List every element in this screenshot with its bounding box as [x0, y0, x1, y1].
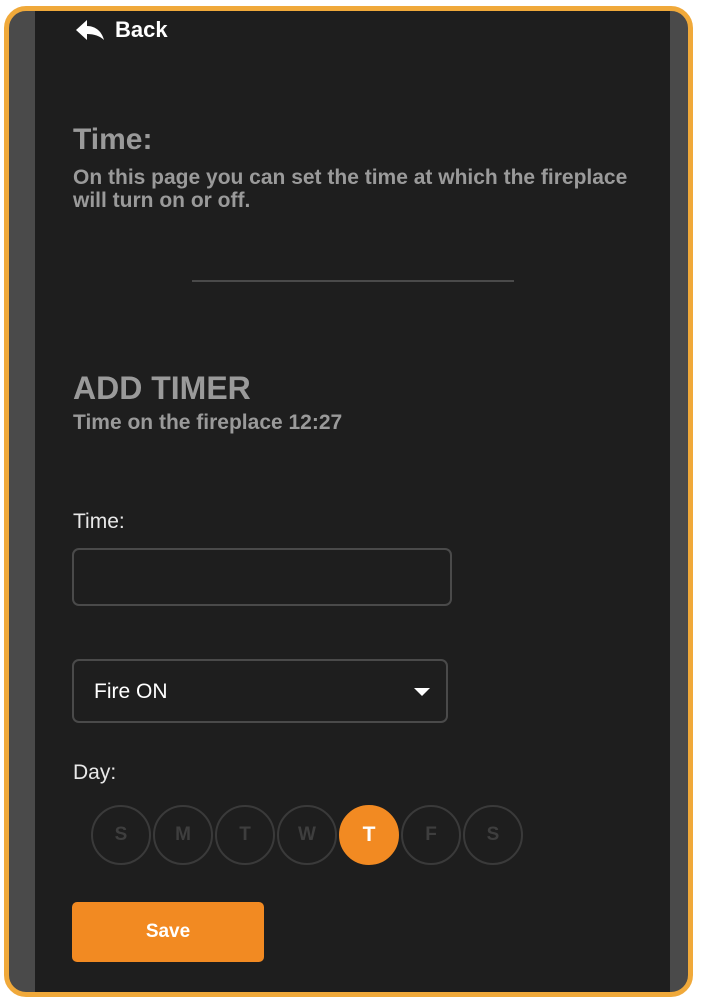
time-field-label: Time: — [73, 510, 125, 533]
back-arrow-icon — [75, 19, 105, 41]
day-toggle-wednesday[interactable]: W — [277, 805, 337, 865]
day-toggle-friday[interactable]: F — [401, 805, 461, 865]
day-toggle-sunday[interactable]: S — [91, 805, 151, 865]
time-input[interactable] — [72, 548, 452, 606]
divider — [192, 280, 514, 282]
day-toggle-tuesday[interactable]: T — [215, 805, 275, 865]
device-frame: Back Time: On this page you can set the … — [4, 6, 693, 997]
back-label: Back — [115, 17, 168, 42]
app-screen: Back Time: On this page you can set the … — [35, 11, 670, 992]
day-toggle-monday[interactable]: M — [153, 805, 213, 865]
page-description: On this page you can set the time at whi… — [73, 166, 628, 212]
fire-mode-selected-value: Fire ON — [94, 680, 168, 703]
caret-down-icon — [414, 688, 430, 696]
day-field-label: Day: — [73, 761, 117, 784]
fire-mode-select[interactable]: Fire ON — [72, 659, 448, 723]
day-selector: S M T W T F S — [91, 805, 523, 865]
save-button[interactable]: Save — [72, 902, 264, 962]
back-button[interactable]: Back — [75, 17, 168, 43]
day-toggle-saturday[interactable]: S — [463, 805, 523, 865]
day-toggle-thursday[interactable]: T — [339, 805, 399, 865]
add-timer-title: ADD TIMER — [73, 370, 251, 406]
fireplace-time-readout: Time on the fireplace 12:27 — [73, 411, 343, 434]
page-title: Time: — [73, 123, 153, 156]
